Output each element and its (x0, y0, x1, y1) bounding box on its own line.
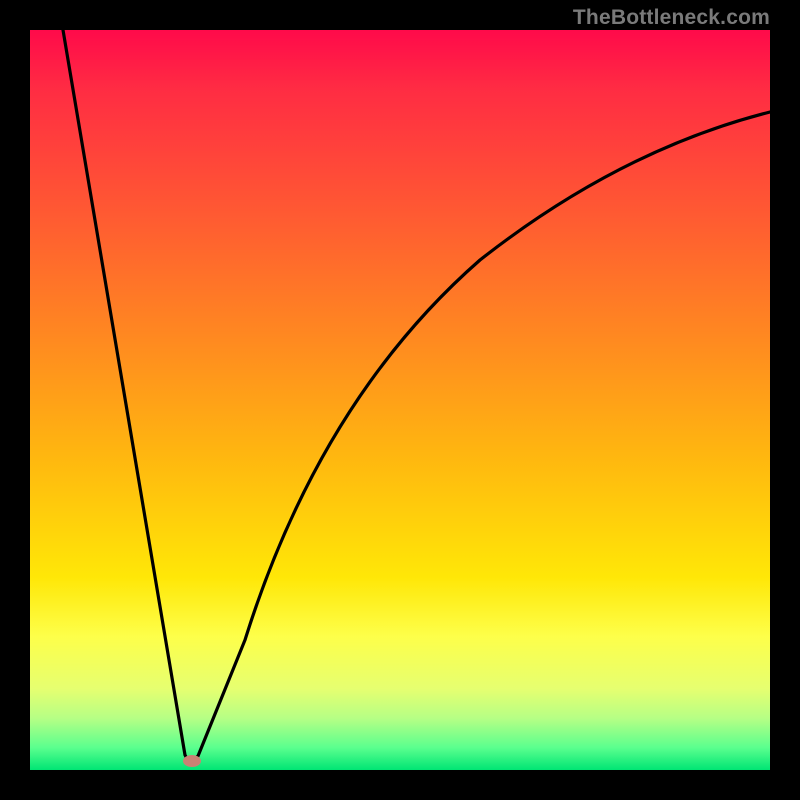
curve-layer (30, 30, 770, 770)
chart-frame: TheBottleneck.com (0, 0, 800, 800)
minimum-point-marker (183, 755, 201, 767)
watermark-text: TheBottleneck.com (573, 6, 770, 30)
bottleneck-curve (63, 30, 770, 760)
plot-area (30, 30, 770, 770)
